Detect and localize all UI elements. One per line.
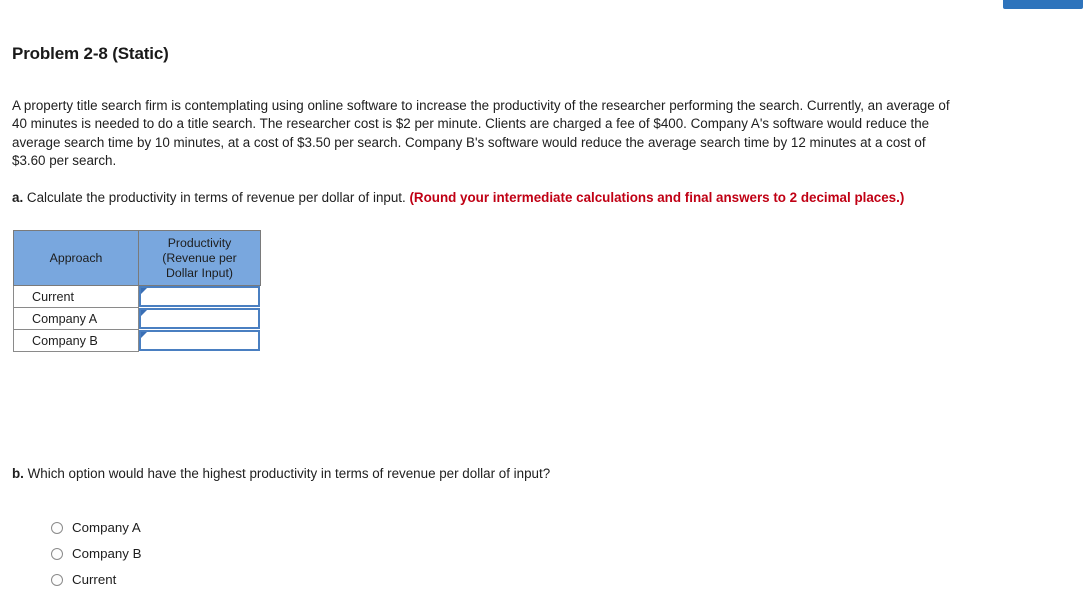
radio-icon[interactable]	[51, 574, 63, 586]
row-input-cell-company-a	[138, 307, 261, 330]
table-body: Current Company A Company B	[13, 285, 261, 352]
column-header-productivity-line2: (Revenue per	[162, 250, 237, 265]
radio-icon[interactable]	[51, 522, 63, 534]
option-company-b[interactable]: Company B	[51, 541, 451, 567]
column-header-approach: Approach	[13, 230, 139, 286]
table-header-row: Approach Productivity (Revenue per Dolla…	[13, 230, 261, 286]
table-row: Company A	[13, 307, 261, 330]
row-input-cell-company-b	[138, 329, 261, 352]
column-header-productivity-line1: Productivity	[167, 235, 232, 250]
option-label-company-a: Company A	[72, 520, 141, 535]
part-b-text: Which option would have the highest prod…	[23, 466, 551, 481]
productivity-answer-table: Approach Productivity (Revenue per Dolla…	[13, 230, 261, 352]
rounding-note: (Round your intermediate calculations an…	[409, 190, 905, 205]
input-wrapper-company-b	[139, 330, 260, 351]
problem-statement: A property title search firm is contempl…	[12, 98, 950, 169]
column-header-productivity: Productivity (Revenue per Dollar Input)	[138, 230, 261, 286]
option-label-company-b: Company B	[72, 546, 142, 561]
row-label-company-a: Company A	[13, 307, 139, 330]
row-label-company-b: Company B	[13, 329, 139, 352]
input-wrapper-current	[139, 286, 260, 308]
productivity-input-company-a[interactable]	[139, 308, 260, 329]
page-title: Problem 2-8 (Static)	[12, 44, 169, 63]
part-b-letter: b.	[12, 466, 24, 481]
part-a-text: Calculate the productivity in terms of r…	[23, 190, 410, 205]
table-row: Current	[13, 285, 261, 308]
column-header-productivity-line3: Dollar Input)	[166, 265, 233, 280]
part-b-options: Company A Company B Current	[51, 515, 451, 593]
row-input-cell-current	[138, 285, 261, 308]
productivity-input-current[interactable]	[139, 286, 260, 308]
row-label-current: Current	[13, 285, 139, 308]
option-label-current: Current	[72, 572, 117, 587]
part-a-instruction: a. Calculate the productivity in terms o…	[12, 188, 942, 207]
option-company-a[interactable]: Company A	[51, 515, 451, 541]
input-wrapper-company-a	[139, 308, 260, 329]
radio-icon[interactable]	[51, 548, 63, 560]
productivity-input-company-b[interactable]	[139, 330, 260, 351]
option-current[interactable]: Current	[51, 567, 451, 593]
top-right-submit-button[interactable]	[1003, 0, 1083, 9]
part-b-question: b. Which option would have the highest p…	[12, 465, 550, 483]
table-row: Company B	[13, 329, 261, 352]
part-a-letter: a.	[12, 190, 24, 205]
